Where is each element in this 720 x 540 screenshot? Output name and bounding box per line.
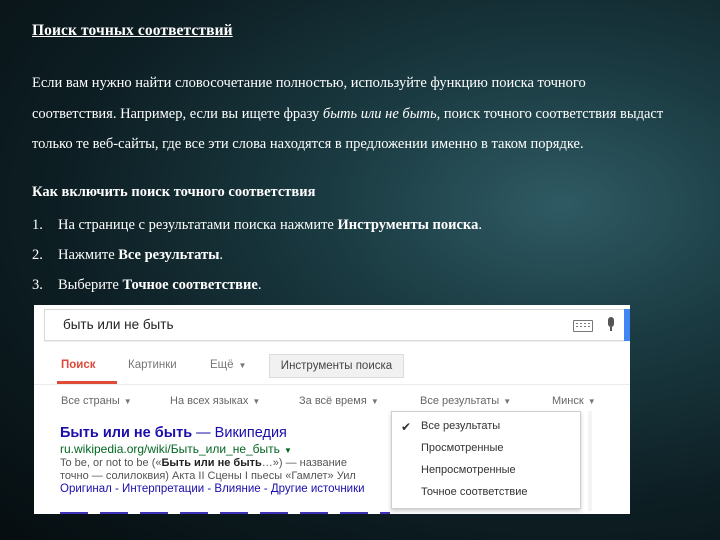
filter-results[interactable]: Все результаты ▼ [420,395,511,407]
menu-side-shadow [588,411,592,511]
result-snippet: To be, or not to be («Быть или не быть…»… [60,457,400,483]
step-bold: Точное соответствие [122,277,258,293]
menu-item-exact-match[interactable]: Точное соответствие [421,486,528,498]
search-button-edge[interactable] [624,309,630,341]
microphone-icon[interactable] [607,317,615,331]
step-text: Нажмите [58,247,119,263]
filter-countries[interactable]: Все страны ▼ [61,395,132,407]
step-bold: Все результаты [118,247,220,263]
filter-label: Все страны [61,395,120,407]
intro-example-phrase: быть или не быть [322,105,437,122]
chevron-down-icon[interactable]: ▼ [284,446,292,455]
step-3: 3. Выберите Точное соответствие. [32,273,482,303]
chevron-down-icon: ▼ [370,397,379,406]
snippet-line: To be, or not to be («Быть или не быть…»… [60,457,400,470]
snippet-text: …») — название [261,457,347,469]
tabs-divider [34,384,630,385]
tools-filter-bar: Все страны ▼ На всех языках ▼ За всё время… [34,389,630,411]
tab-images[interactable]: Картинки [128,359,177,371]
filter-location[interactable]: Минск ▼ [552,395,596,407]
menu-item-not-viewed[interactable]: Непросмотренные [421,464,516,476]
snippet-text: To be, or not to be (« [60,457,162,469]
step-bold: Инструменты поиска [337,217,479,233]
step-number: 1. [32,217,43,233]
filter-label: Минск [552,395,584,407]
step-end: . [257,277,262,293]
result-sitelinks[interactable]: Оригинал - Интерпретации - Влияние - Дру… [60,483,365,495]
result-title-link[interactable]: Быть или не быть — Википедия [60,425,287,441]
search-input[interactable]: быть или не быть [63,317,173,332]
step-2: 2. Нажмите Все результаты. [32,243,482,273]
filter-label: За всё время [299,395,367,407]
snippet-bold: Быть или не быть [161,457,262,469]
step-1: 1. На странице с результатами поиска нажм… [32,213,482,243]
google-search-screenshot: быть или не быть Поиск Картинки Ещё ▼ Инс… [34,305,630,514]
step-text: Выберите [58,277,123,293]
result-url-text: ru.wikipedia.org/wiki/Быть_или_не_быть [60,442,280,456]
result-title-bold: Быть или не быть [60,425,193,441]
step-text: На странице с результатами поиска нажмит… [58,217,338,233]
filter-time[interactable]: За всё время ▼ [299,395,379,407]
menu-item-all-results[interactable]: Все результаты [421,420,500,432]
search-tools-button[interactable]: Инструменты поиска [269,354,404,378]
step-number: 3. [32,277,43,293]
chevron-down-icon: ▼ [238,361,247,370]
tab-search[interactable]: Поиск [61,359,96,371]
result-url[interactable]: ru.wikipedia.org/wiki/Быть_или_не_быть ▼ [60,442,292,456]
steps-list: 1. На странице с результатами поиска нажм… [32,213,482,303]
keyboard-icon[interactable] [573,320,593,332]
search-box[interactable]: быть или не быть [44,309,625,341]
chevron-down-icon: ▼ [252,397,261,406]
results-dropdown-menu: ✔ Все результаты Просмотренные Непросмот… [391,411,581,509]
step-end: . [219,247,224,263]
tab-more[interactable]: Ещё ▼ [210,359,246,371]
chevron-down-icon: ▼ [123,397,132,406]
checkmark-icon: ✔ [401,420,412,434]
chevron-down-icon: ▼ [503,397,512,406]
menu-item-viewed[interactable]: Просмотренные [421,442,504,454]
step-number: 2. [32,247,43,263]
filter-languages[interactable]: На всех языках ▼ [170,395,260,407]
filter-label: Все результаты [420,395,500,407]
filter-label: На всех языках [170,395,249,407]
chevron-down-icon: ▼ [587,397,596,406]
result-title-rest: — Википедия [192,425,287,441]
snippet-line: точно — солилоквия) Акта II Сцены I пьес… [60,470,356,482]
howto-subheading: Как включить поиск точного соответствия [32,184,316,200]
intro-paragraph: Если вам нужно найти словосочетание полн… [32,68,672,160]
tab-more-label: Ещё [210,359,234,371]
next-result-cutoff [60,509,390,514]
step-end: . [478,217,482,233]
slide-heading: Поиск точных соответствий [32,22,233,39]
